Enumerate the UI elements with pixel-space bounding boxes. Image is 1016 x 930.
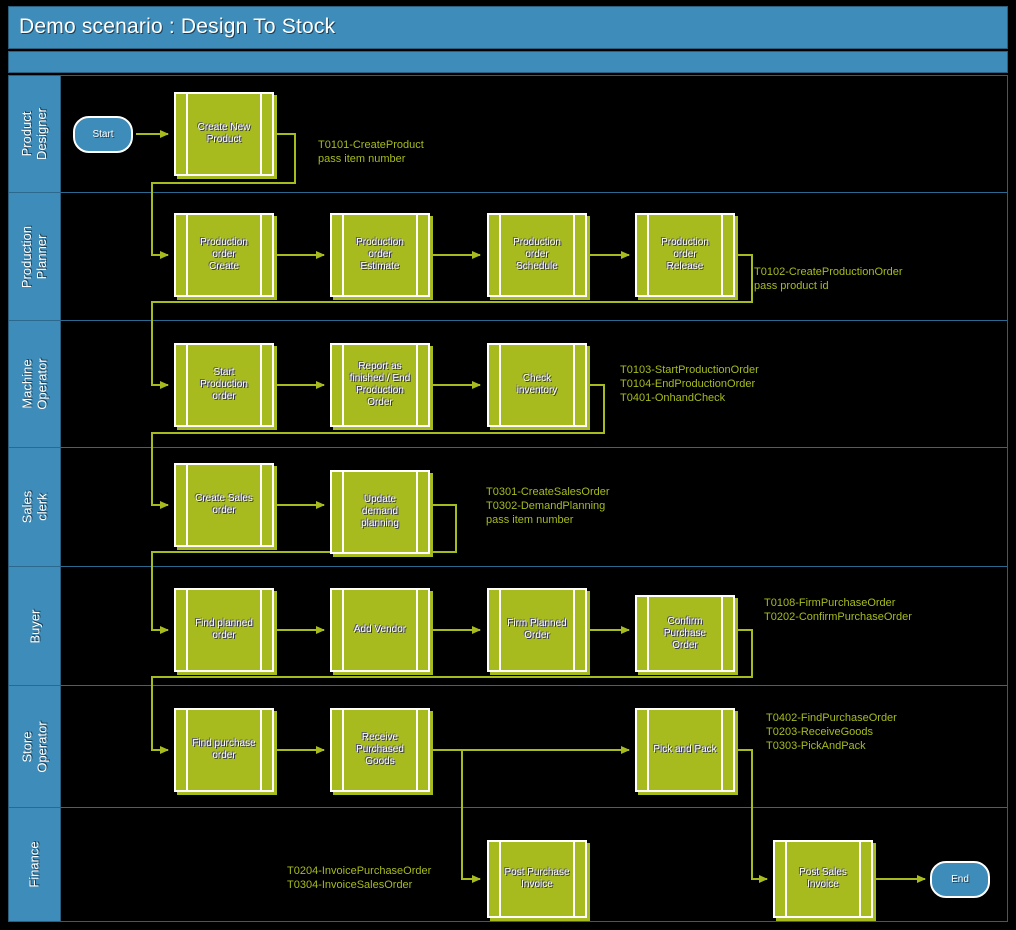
lane-header-production-planner: Production Planner (9, 193, 61, 320)
annotation-store-operator: T0402-FindPurchaseOrder T0203-ReceiveGoo… (766, 712, 897, 752)
lane-label: Sales clerk (19, 490, 50, 524)
task-label: Add Vendor (353, 624, 407, 635)
lane-header-store-operator: Store Operator (9, 686, 61, 807)
task-label: Update demand planning (361, 494, 399, 529)
task-label: Create New Product (197, 122, 251, 145)
annotation-production-planner: T0102-CreateProductionOrder pass product… (754, 266, 903, 292)
task-label: Production order Schedule (513, 237, 561, 272)
diagram-canvas: Demo scenario : Design To Stock Product … (0, 0, 1016, 930)
lane-label: Buyer (27, 609, 42, 643)
task-label: Receive Purchased Goods (356, 732, 404, 767)
task-create-sales-order[interactable]: Create Sales order (174, 463, 274, 547)
task-post-sales-invoice[interactable]: Post Sales Invoice (773, 840, 873, 918)
task-label: Production order Release (661, 237, 709, 272)
annotation-sales-clerk: T0301-CreateSalesOrder T0302-DemandPlann… (486, 486, 610, 526)
task-label: Check inventory (516, 373, 558, 396)
lane-label: Production Planner (19, 225, 50, 288)
end-event-label: End (951, 874, 969, 885)
task-find-purchase-order[interactable]: Find purchase order (174, 708, 274, 792)
task-label: Confirm Purchase Order (663, 615, 707, 651)
task-label: Find purchase order (192, 738, 256, 761)
lane-product-designer: Product Designer (9, 76, 1007, 193)
task-label: Firm Planned Order (507, 618, 567, 641)
lane-label: Machine Operator (19, 358, 50, 410)
task-label: Post Sales Invoice (799, 867, 847, 890)
lane-header-product-designer: Product Designer (9, 76, 61, 192)
task-find-planned-order[interactable]: Find planned order (174, 588, 274, 672)
start-event-label: Start (92, 129, 114, 140)
task-receive-purchased-goods[interactable]: Receive Purchased Goods (330, 708, 430, 792)
task-production-order-schedule[interactable]: Production order Schedule (487, 213, 587, 297)
lane-header-sales-clerk: Sales clerk (9, 448, 61, 566)
task-start-production-order[interactable]: Start Production order (174, 343, 274, 427)
start-event[interactable]: Start (73, 116, 133, 153)
lane-header-machine-operator: Machine Operator (9, 321, 61, 447)
task-label: Find planned order (195, 618, 253, 641)
lane-label: Finance (27, 841, 42, 888)
lane-header-finance: Finance (9, 808, 61, 921)
end-event[interactable]: End (930, 861, 990, 898)
annotation-machine-operator: T0103-StartProductionOrder T0104-EndProd… (620, 364, 759, 404)
task-label: Production order Estimate (356, 237, 404, 272)
task-confirm-purchase-order[interactable]: Confirm Purchase Order (635, 595, 735, 672)
annotation-finance: T0204-InvoicePurchaseOrder T0304-Invoice… (287, 865, 432, 891)
task-production-order-estimate[interactable]: Production order Estimate (330, 213, 430, 297)
task-label: Post Purchase Invoice (504, 867, 570, 890)
page-title: Demo scenario : Design To Stock (19, 15, 336, 38)
task-label: Pick and Pack (653, 744, 717, 755)
task-label: Create Sales order (195, 493, 253, 516)
task-pick-and-pack[interactable]: Pick and Pack (635, 708, 735, 792)
annotation-product-designer: T0101-CreateProduct pass item number (318, 139, 424, 165)
pool-header-bar (8, 51, 1008, 73)
lane-header-buyer: Buyer (9, 567, 61, 685)
task-label: Production order Create (200, 237, 248, 272)
lane-label: Product Designer (19, 107, 50, 161)
task-production-order-create[interactable]: Production order Create (174, 213, 274, 297)
lane-label: Store Operator (19, 720, 50, 773)
task-update-demand-planning[interactable]: Update demand planning (330, 470, 430, 554)
task-add-vendor[interactable]: Add Vendor (330, 588, 430, 672)
title-bar: Demo scenario : Design To Stock (8, 6, 1008, 49)
task-check-inventory[interactable]: Check inventory (487, 343, 587, 427)
task-create-new-product[interactable]: Create New Product (174, 92, 274, 176)
task-firm-planned-order[interactable]: Firm Planned Order (487, 588, 587, 672)
task-post-purchase-invoice[interactable]: Post Purchase Invoice (487, 840, 587, 918)
task-label: Report as finished / End Production Orde… (349, 361, 411, 408)
task-report-as-finished[interactable]: Report as finished / End Production Orde… (330, 343, 430, 427)
annotation-buyer: T0108-FirmPurchaseOrder T0202-ConfirmPur… (764, 597, 912, 623)
task-label: Start Production order (200, 367, 248, 402)
task-production-order-release[interactable]: Production order Release (635, 213, 735, 297)
